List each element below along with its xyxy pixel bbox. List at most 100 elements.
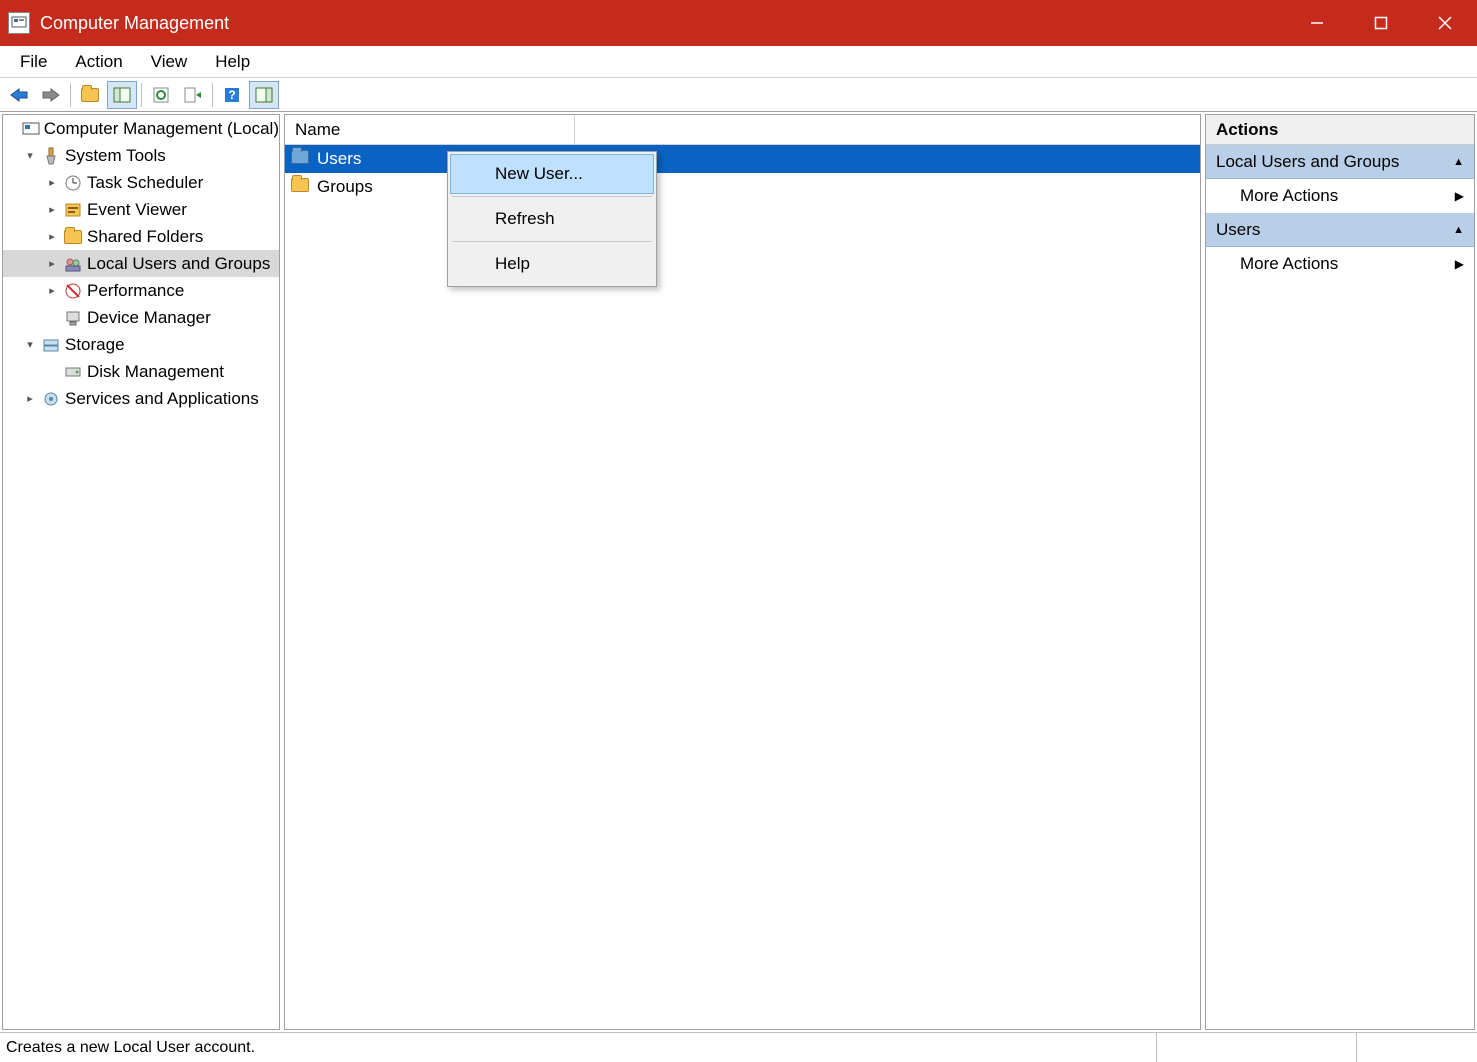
storage-icon <box>41 335 61 355</box>
context-separator <box>452 196 652 197</box>
shared-folders-icon <box>63 227 83 247</box>
system-tools-icon <box>41 146 61 166</box>
disk-management-icon <box>63 362 83 382</box>
tree-root[interactable]: Computer Management (Local) <box>3 115 279 142</box>
event-viewer-icon <box>63 200 83 220</box>
tree-label: Storage <box>65 335 125 355</box>
column-name[interactable]: Name <box>285 115 575 144</box>
tree-label: Local Users and Groups <box>87 254 270 274</box>
caret-right-icon: ▸ <box>45 203 59 216</box>
window-title: Computer Management <box>40 13 229 34</box>
folder-icon <box>291 178 311 196</box>
tree-label: Event Viewer <box>87 200 187 220</box>
performance-icon <box>63 281 83 301</box>
minimize-button[interactable] <box>1285 0 1349 46</box>
caret-right-icon: ▸ <box>45 176 59 189</box>
show-hide-actions-button[interactable] <box>249 81 279 109</box>
collapse-icon: ▲ <box>1453 156 1464 168</box>
tree-label: System Tools <box>65 146 166 166</box>
show-hide-tree-button[interactable] <box>107 81 137 109</box>
computer-management-icon <box>22 119 40 139</box>
svg-text:?: ? <box>228 88 235 102</box>
tree-label: Device Manager <box>87 308 211 328</box>
list-item-groups[interactable]: Groups <box>285 173 1200 201</box>
folder-icon <box>291 150 311 168</box>
status-text: Creates a new Local User account. <box>0 1033 1157 1062</box>
menu-file[interactable]: File <box>6 48 61 76</box>
tree-task-scheduler[interactable]: ▸ Task Scheduler <box>3 169 279 196</box>
collapse-icon: ▲ <box>1453 224 1464 236</box>
actions-pane: Actions Local Users and Groups ▲ More Ac… <box>1205 114 1475 1030</box>
actions-more-lug[interactable]: More Actions ▶ <box>1206 179 1474 213</box>
actions-header: Actions <box>1206 115 1474 145</box>
folder-icon <box>64 230 82 244</box>
context-separator <box>452 241 652 242</box>
status-bar: Creates a new Local User account. <box>0 1032 1477 1062</box>
tree-pane: Computer Management (Local) ▾ System Too… <box>2 114 280 1030</box>
tree-label: Task Scheduler <box>87 173 203 193</box>
users-groups-icon <box>63 254 83 274</box>
status-cell <box>1357 1033 1477 1062</box>
maximize-button[interactable] <box>1349 0 1413 46</box>
context-refresh[interactable]: Refresh <box>450 199 654 239</box>
tree-label: Services and Applications <box>65 389 259 409</box>
tool-bar: ? <box>0 78 1477 112</box>
tree-storage[interactable]: ▾ Storage <box>3 331 279 358</box>
back-button[interactable] <box>4 81 34 109</box>
menu-bar: File Action View Help <box>0 46 1477 78</box>
tree-label: Disk Management <box>87 362 224 382</box>
caret-right-icon: ▸ <box>45 230 59 243</box>
caret-down-icon: ▾ <box>23 338 37 351</box>
close-button[interactable] <box>1413 0 1477 46</box>
actions-section-label: Users <box>1216 220 1260 240</box>
context-new-user[interactable]: New User... <box>450 154 654 194</box>
device-manager-icon <box>63 308 83 328</box>
tree-performance[interactable]: ▸ Performance <box>3 277 279 304</box>
tree-services-apps[interactable]: ▸ Services and Applications <box>3 385 279 412</box>
app-icon <box>8 12 30 34</box>
tree-device-manager[interactable]: Device Manager <box>3 304 279 331</box>
caret-right-icon: ▸ <box>23 392 37 405</box>
menu-view[interactable]: View <box>137 48 202 76</box>
tree-event-viewer[interactable]: ▸ Event Viewer <box>3 196 279 223</box>
actions-item-label: More Actions <box>1240 254 1338 274</box>
tree-label: Shared Folders <box>87 227 203 247</box>
menu-help[interactable]: Help <box>201 48 264 76</box>
main-body: Computer Management (Local) ▾ System Too… <box>0 112 1477 1032</box>
caret-down-icon: ▾ <box>23 149 37 162</box>
actions-section-label: Local Users and Groups <box>1216 152 1399 172</box>
tree-label: Performance <box>87 281 184 301</box>
toolbar-separator <box>70 83 71 107</box>
services-apps-icon <box>41 389 61 409</box>
context-help[interactable]: Help <box>450 244 654 284</box>
folder-icon <box>81 88 99 102</box>
list-item-users[interactable]: Users <box>285 145 1200 173</box>
toolbar-separator <box>141 83 142 107</box>
toolbar-separator <box>212 83 213 107</box>
caret-right-icon: ▸ <box>45 257 59 270</box>
caret-right-icon: ▸ <box>45 284 59 297</box>
submenu-icon: ▶ <box>1455 257 1464 271</box>
actions-more-users[interactable]: More Actions ▶ <box>1206 247 1474 281</box>
actions-section-lug[interactable]: Local Users and Groups ▲ <box>1206 145 1474 179</box>
actions-item-label: More Actions <box>1240 186 1338 206</box>
export-list-button[interactable] <box>178 81 208 109</box>
context-menu: New User... Refresh Help <box>447 151 657 287</box>
forward-button[interactable] <box>36 81 66 109</box>
refresh-button[interactable] <box>146 81 176 109</box>
tree-shared-folders[interactable]: ▸ Shared Folders <box>3 223 279 250</box>
tree-local-users-groups[interactable]: ▸ Local Users and Groups <box>3 250 279 277</box>
title-bar: Computer Management <box>0 0 1477 46</box>
help-button[interactable]: ? <box>217 81 247 109</box>
status-cell <box>1157 1033 1357 1062</box>
tree-system-tools[interactable]: ▾ System Tools <box>3 142 279 169</box>
clock-icon <box>63 173 83 193</box>
tree-disk-management[interactable]: Disk Management <box>3 358 279 385</box>
up-button[interactable] <box>75 81 105 109</box>
submenu-icon: ▶ <box>1455 189 1464 203</box>
menu-action[interactable]: Action <box>61 48 136 76</box>
list-header: Name <box>285 115 1200 145</box>
tree-label: Computer Management (Local) <box>44 119 279 139</box>
list-pane: Name Users Groups New User... Refresh He… <box>284 114 1201 1030</box>
actions-section-users[interactable]: Users ▲ <box>1206 213 1474 247</box>
